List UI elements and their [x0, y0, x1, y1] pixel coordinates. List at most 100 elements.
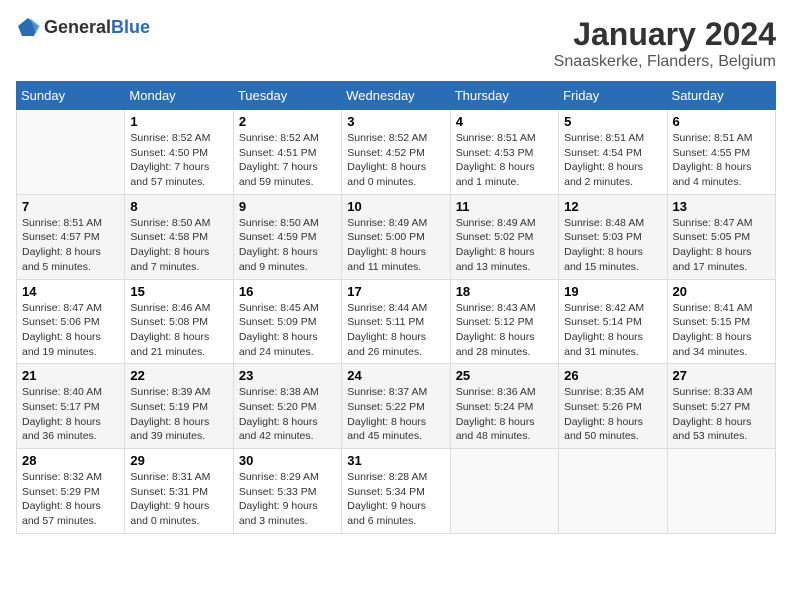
day-number: 2	[239, 114, 336, 129]
day-info: Sunrise: 8:52 AM Sunset: 4:52 PM Dayligh…	[347, 131, 444, 190]
calendar-cell: 14 Sunrise: 8:47 AM Sunset: 5:06 PM Dayli…	[17, 279, 125, 364]
day-number: 29	[130, 453, 227, 468]
day-info: Sunrise: 8:47 AM Sunset: 5:05 PM Dayligh…	[673, 216, 770, 275]
day-info: Sunrise: 8:32 AM Sunset: 5:29 PM Dayligh…	[22, 470, 119, 529]
day-number: 14	[22, 284, 119, 299]
calendar-cell: 8 Sunrise: 8:50 AM Sunset: 4:58 PM Daylig…	[125, 194, 233, 279]
calendar-cell: 16Sunrise: 8:45 AM Sunset: 5:09 PM Dayli…	[233, 279, 341, 364]
page-header: GeneralBlue January 2024 Snaaskerke, Fla…	[16, 16, 776, 71]
calendar-cell: 18Sunrise: 8:43 AM Sunset: 5:12 PM Dayli…	[450, 279, 558, 364]
calendar-cell: 4 Sunrise: 8:51 AM Sunset: 4:53 PM Daylig…	[450, 110, 558, 195]
calendar-cell	[450, 449, 558, 534]
day-number: 16	[239, 284, 336, 299]
title-area: January 2024 Snaaskerke, Flanders, Belgi…	[554, 16, 776, 71]
calendar-cell: 19 Sunrise: 8:42 AM Sunset: 5:14 PM Dayli…	[559, 279, 667, 364]
day-number: 18	[456, 284, 553, 299]
week-row-1: 1 Sunrise: 8:52 AM Sunset: 4:50 PM Daylig…	[17, 110, 776, 195]
day-info: Sunrise: 8:51 AM Sunset: 4:53 PM Dayligh…	[456, 131, 553, 190]
day-info: Sunrise: 8:49 AM Sunset: 5:02 PM Dayligh…	[456, 216, 553, 275]
day-info: Sunrise: 8:51 AM Sunset: 4:54 PM Dayligh…	[564, 131, 661, 190]
day-info: Sunrise: 8:31 AM Sunset: 5:31 PM Dayligh…	[130, 470, 227, 529]
day-number: 7	[22, 199, 119, 214]
day-number: 11	[456, 199, 553, 214]
weekday-header-sunday: Sunday	[17, 82, 125, 110]
calendar-cell: 5 Sunrise: 8:51 AM Sunset: 4:54 PM Daylig…	[559, 110, 667, 195]
day-number: 23	[239, 368, 336, 383]
day-info: Sunrise: 8:52 AM Sunset: 4:50 PM Dayligh…	[130, 131, 227, 190]
month-title: January 2024	[554, 16, 776, 53]
day-info: Sunrise: 8:42 AM Sunset: 5:14 PM Dayligh…	[564, 301, 661, 360]
calendar-cell: 27 Sunrise: 8:33 AM Sunset: 5:27 PM Dayli…	[667, 364, 775, 449]
day-info: Sunrise: 8:51 AM Sunset: 4:57 PM Dayligh…	[22, 216, 119, 275]
calendar-cell: 2 Sunrise: 8:52 AM Sunset: 4:51 PM Daylig…	[233, 110, 341, 195]
calendar-cell: 12Sunrise: 8:48 AM Sunset: 5:03 PM Dayli…	[559, 194, 667, 279]
calendar-cell: 10Sunrise: 8:49 AM Sunset: 5:00 PM Dayli…	[342, 194, 450, 279]
day-number: 5	[564, 114, 661, 129]
day-number: 8	[130, 199, 227, 214]
day-info: Sunrise: 8:33 AM Sunset: 5:27 PM Dayligh…	[673, 385, 770, 444]
day-number: 22	[130, 368, 227, 383]
logo-text: GeneralBlue	[44, 18, 150, 38]
day-number: 3	[347, 114, 444, 129]
day-info: Sunrise: 8:36 AM Sunset: 5:24 PM Dayligh…	[456, 385, 553, 444]
calendar-table: SundayMondayTuesdayWednesdayThursdayFrid…	[16, 81, 776, 534]
day-info: Sunrise: 8:51 AM Sunset: 4:55 PM Dayligh…	[673, 131, 770, 190]
calendar-cell: 28 Sunrise: 8:32 AM Sunset: 5:29 PM Dayli…	[17, 449, 125, 534]
weekday-header-wednesday: Wednesday	[342, 82, 450, 110]
calendar-cell: 7 Sunrise: 8:51 AM Sunset: 4:57 PM Daylig…	[17, 194, 125, 279]
weekday-header-monday: Monday	[125, 82, 233, 110]
day-info: Sunrise: 8:47 AM Sunset: 5:06 PM Dayligh…	[22, 301, 119, 360]
day-number: 1	[130, 114, 227, 129]
day-number: 17	[347, 284, 444, 299]
weekday-header-tuesday: Tuesday	[233, 82, 341, 110]
day-info: Sunrise: 8:52 AM Sunset: 4:51 PM Dayligh…	[239, 131, 336, 190]
day-number: 26	[564, 368, 661, 383]
day-info: Sunrise: 8:38 AM Sunset: 5:20 PM Dayligh…	[239, 385, 336, 444]
calendar-cell: 17 Sunrise: 8:44 AM Sunset: 5:11 PM Dayli…	[342, 279, 450, 364]
day-number: 13	[673, 199, 770, 214]
calendar-cell: 13 Sunrise: 8:47 AM Sunset: 5:05 PM Dayli…	[667, 194, 775, 279]
calendar-cell: 21Sunrise: 8:40 AM Sunset: 5:17 PM Dayli…	[17, 364, 125, 449]
calendar-cell: 24Sunrise: 8:37 AM Sunset: 5:22 PM Dayli…	[342, 364, 450, 449]
day-info: Sunrise: 8:37 AM Sunset: 5:22 PM Dayligh…	[347, 385, 444, 444]
calendar-cell: 23 Sunrise: 8:38 AM Sunset: 5:20 PM Dayli…	[233, 364, 341, 449]
day-info: Sunrise: 8:50 AM Sunset: 4:59 PM Dayligh…	[239, 216, 336, 275]
weekday-header-friday: Friday	[559, 82, 667, 110]
weekday-header-thursday: Thursday	[450, 82, 558, 110]
day-info: Sunrise: 8:28 AM Sunset: 5:34 PM Dayligh…	[347, 470, 444, 529]
day-info: Sunrise: 8:39 AM Sunset: 5:19 PM Dayligh…	[130, 385, 227, 444]
day-number: 27	[673, 368, 770, 383]
day-number: 21	[22, 368, 119, 383]
day-number: 28	[22, 453, 119, 468]
week-row-3: 14 Sunrise: 8:47 AM Sunset: 5:06 PM Dayli…	[17, 279, 776, 364]
day-info: Sunrise: 8:49 AM Sunset: 5:00 PM Dayligh…	[347, 216, 444, 275]
day-info: Sunrise: 8:29 AM Sunset: 5:33 PM Dayligh…	[239, 470, 336, 529]
calendar-cell	[559, 449, 667, 534]
calendar-cell: 3 Sunrise: 8:52 AM Sunset: 4:52 PM Daylig…	[342, 110, 450, 195]
calendar-cell	[667, 449, 775, 534]
day-info: Sunrise: 8:41 AM Sunset: 5:15 PM Dayligh…	[673, 301, 770, 360]
day-info: Sunrise: 8:50 AM Sunset: 4:58 PM Dayligh…	[130, 216, 227, 275]
day-info: Sunrise: 8:48 AM Sunset: 5:03 PM Dayligh…	[564, 216, 661, 275]
calendar-cell: 29 Sunrise: 8:31 AM Sunset: 5:31 PM Dayli…	[125, 449, 233, 534]
calendar-cell: 9 Sunrise: 8:50 AM Sunset: 4:59 PM Daylig…	[233, 194, 341, 279]
calendar-cell	[17, 110, 125, 195]
day-number: 30	[239, 453, 336, 468]
weekday-header-row: SundayMondayTuesdayWednesdayThursdayFrid…	[17, 82, 776, 110]
calendar-cell: 26Sunrise: 8:35 AM Sunset: 5:26 PM Dayli…	[559, 364, 667, 449]
week-row-2: 7 Sunrise: 8:51 AM Sunset: 4:57 PM Daylig…	[17, 194, 776, 279]
day-number: 4	[456, 114, 553, 129]
location-title: Snaaskerke, Flanders, Belgium	[554, 53, 776, 71]
day-number: 25	[456, 368, 553, 383]
weekday-header-saturday: Saturday	[667, 82, 775, 110]
day-info: Sunrise: 8:44 AM Sunset: 5:11 PM Dayligh…	[347, 301, 444, 360]
day-info: Sunrise: 8:46 AM Sunset: 5:08 PM Dayligh…	[130, 301, 227, 360]
day-number: 15	[130, 284, 227, 299]
calendar-cell: 30 Sunrise: 8:29 AM Sunset: 5:33 PM Dayli…	[233, 449, 341, 534]
calendar-cell: 6Sunrise: 8:51 AM Sunset: 4:55 PM Daylig…	[667, 110, 775, 195]
day-number: 20	[673, 284, 770, 299]
calendar-cell: 1 Sunrise: 8:52 AM Sunset: 4:50 PM Daylig…	[125, 110, 233, 195]
day-number: 19	[564, 284, 661, 299]
calendar-cell: 11 Sunrise: 8:49 AM Sunset: 5:02 PM Dayli…	[450, 194, 558, 279]
day-number: 9	[239, 199, 336, 214]
